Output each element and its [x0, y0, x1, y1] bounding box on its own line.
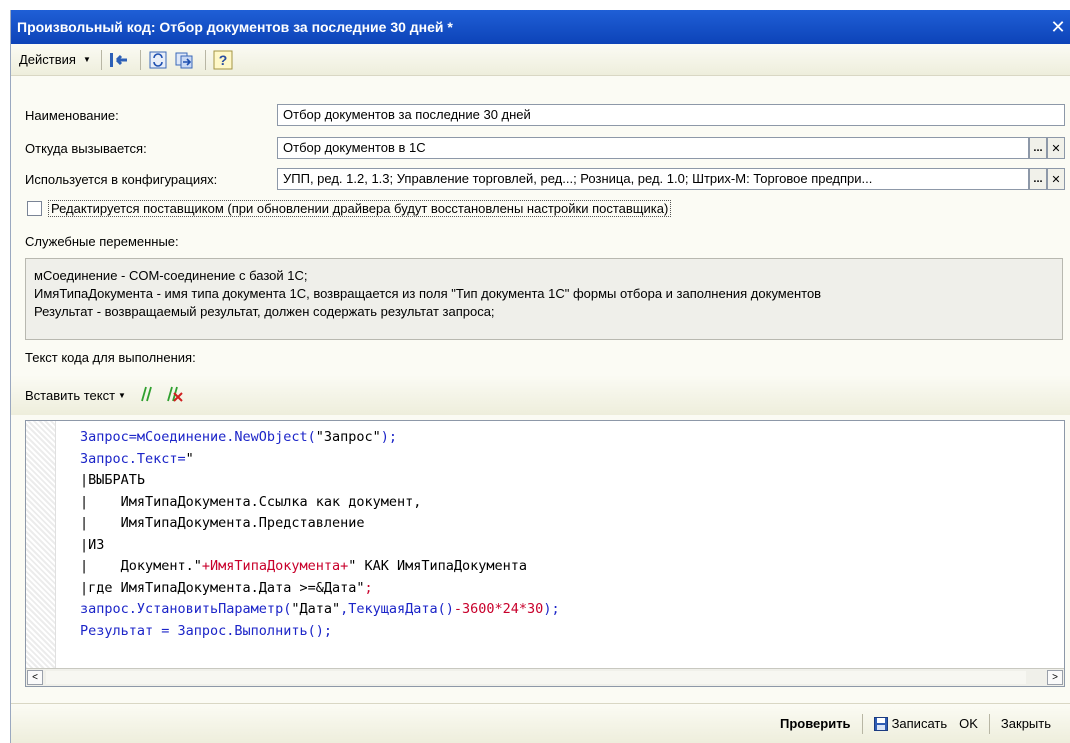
- code-line: | ИмяТипаДокумента.Представление: [80, 515, 365, 531]
- refresh-icon[interactable]: [147, 49, 169, 71]
- footer-bar: Проверить Записать OK Закрыть: [11, 703, 1070, 743]
- code-line: |где ИмяТипаДокумента.Дата >=&Дата";: [80, 579, 373, 596]
- comment-icon[interactable]: [136, 385, 154, 406]
- footer-separator: [988, 713, 990, 734]
- code-line: Результат = Запрос.Выполнить();: [80, 622, 332, 639]
- actions-menu[interactable]: Действия ▼: [15, 50, 95, 69]
- help-icon[interactable]: ?: [212, 49, 234, 71]
- close-window-button[interactable]: ✕: [1049, 17, 1067, 37]
- vendor-checkbox[interactable]: [27, 201, 42, 216]
- floppy-icon: [873, 716, 888, 731]
- configs-label: Используется в конфигурациях:: [25, 172, 218, 187]
- actions-menu-label: Действия: [19, 52, 76, 67]
- copy-arrow-icon[interactable]: [173, 49, 195, 71]
- scroll-right-button[interactable]: >: [1047, 670, 1063, 685]
- back-arrow-icon[interactable]: [108, 49, 130, 71]
- uncomment-icon[interactable]: [164, 385, 186, 406]
- horizontal-scrollbar[interactable]: < >: [26, 668, 1064, 686]
- service-var-line: ИмяТипаДокумента - имя типа документа 1С…: [34, 286, 822, 301]
- code-line: Запрос=мСоединение.NewObject("Запрос");: [80, 429, 397, 445]
- toolbar-separator: [100, 49, 102, 70]
- configs-input[interactable]: УПП, ред. 1.2, 1.3; Управление торговлей…: [277, 168, 1029, 190]
- dialog-window: Произвольный код: Отбор документов за по…: [10, 10, 1070, 743]
- code-text[interactable]: Запрос=мСоединение.NewObject("Запрос"); З…: [80, 427, 560, 642]
- close-button[interactable]: Закрыть: [995, 713, 1057, 734]
- service-vars-label: Служебные переменные:: [25, 234, 179, 249]
- editor-gutter: [26, 421, 56, 669]
- called-from-label: Откуда вызывается:: [25, 141, 147, 156]
- save-button-label: Записать: [891, 716, 948, 731]
- vendor-checkbox-label: Редактируется поставщиком (при обновлени…: [48, 200, 672, 217]
- close-button-label: Закрыть: [1000, 716, 1051, 731]
- chevron-down-icon: ▼: [118, 390, 126, 400]
- toolbar: Действия ▼ ?: [11, 44, 1070, 76]
- code-line: |ИЗ: [80, 536, 105, 553]
- window-title: Произвольный код: Отбор документов за по…: [17, 19, 453, 35]
- configs-clear-button[interactable]: ✕: [1047, 168, 1065, 190]
- vendor-checkbox-row[interactable]: Редактируется поставщиком (при обновлени…: [27, 200, 672, 217]
- service-vars-box: мСоединение - COM-соединение с базой 1С;…: [25, 258, 1063, 340]
- chevron-down-icon: ▼: [82, 55, 91, 64]
- called-from-select-button[interactable]: ...: [1029, 137, 1047, 159]
- toolbar-separator: [204, 49, 206, 70]
- insert-text-label: Вставить текст: [25, 387, 116, 403]
- check-button[interactable]: Проверить: [774, 713, 857, 734]
- name-input[interactable]: Отбор документов за последние 30 дней: [277, 104, 1065, 126]
- code-line: | ИмяТипаДокумента.Ссылка как документ,: [80, 493, 422, 510]
- ok-button[interactable]: OK: [953, 713, 984, 734]
- check-button-label: Проверить: [779, 716, 851, 731]
- code-line: запрос.УстановитьПараметр("Дата",Текущая…: [80, 601, 560, 617]
- code-label: Текст кода для выполнения:: [25, 350, 196, 365]
- code-line: |ВЫБРАТЬ: [80, 472, 146, 488]
- toolbar-separator: [139, 49, 141, 70]
- scroll-left-button[interactable]: <: [27, 670, 43, 685]
- name-label: Наименование:: [25, 108, 119, 123]
- title-bar: Произвольный код: Отбор документов за по…: [11, 10, 1070, 44]
- insert-text-menu[interactable]: Вставить текст ▼: [25, 388, 126, 403]
- ok-button-label: OK: [959, 716, 978, 731]
- code-editor[interactable]: Запрос=мСоединение.NewObject("Запрос"); З…: [25, 420, 1065, 687]
- footer-separator: [861, 713, 863, 734]
- code-line: | Документ."+ИмяТипаДокумента+" КАК ИмяТ…: [80, 558, 528, 574]
- code-line: Запрос.Текст=": [80, 450, 194, 467]
- help-glyph: ?: [219, 52, 228, 68]
- scroll-track[interactable]: [46, 671, 1026, 684]
- configs-select-button[interactable]: ...: [1029, 168, 1047, 190]
- code-toolbar: Вставить текст ▼: [11, 375, 1070, 415]
- called-from-clear-button[interactable]: ✕: [1047, 137, 1065, 159]
- save-button[interactable]: Записать: [868, 713, 954, 734]
- called-from-input[interactable]: Отбор документов в 1С: [277, 137, 1029, 159]
- service-var-line: Результат - возвращаемый результат, долж…: [34, 304, 495, 319]
- service-var-line: мСоединение - COM-соединение с базой 1С;: [34, 268, 308, 283]
